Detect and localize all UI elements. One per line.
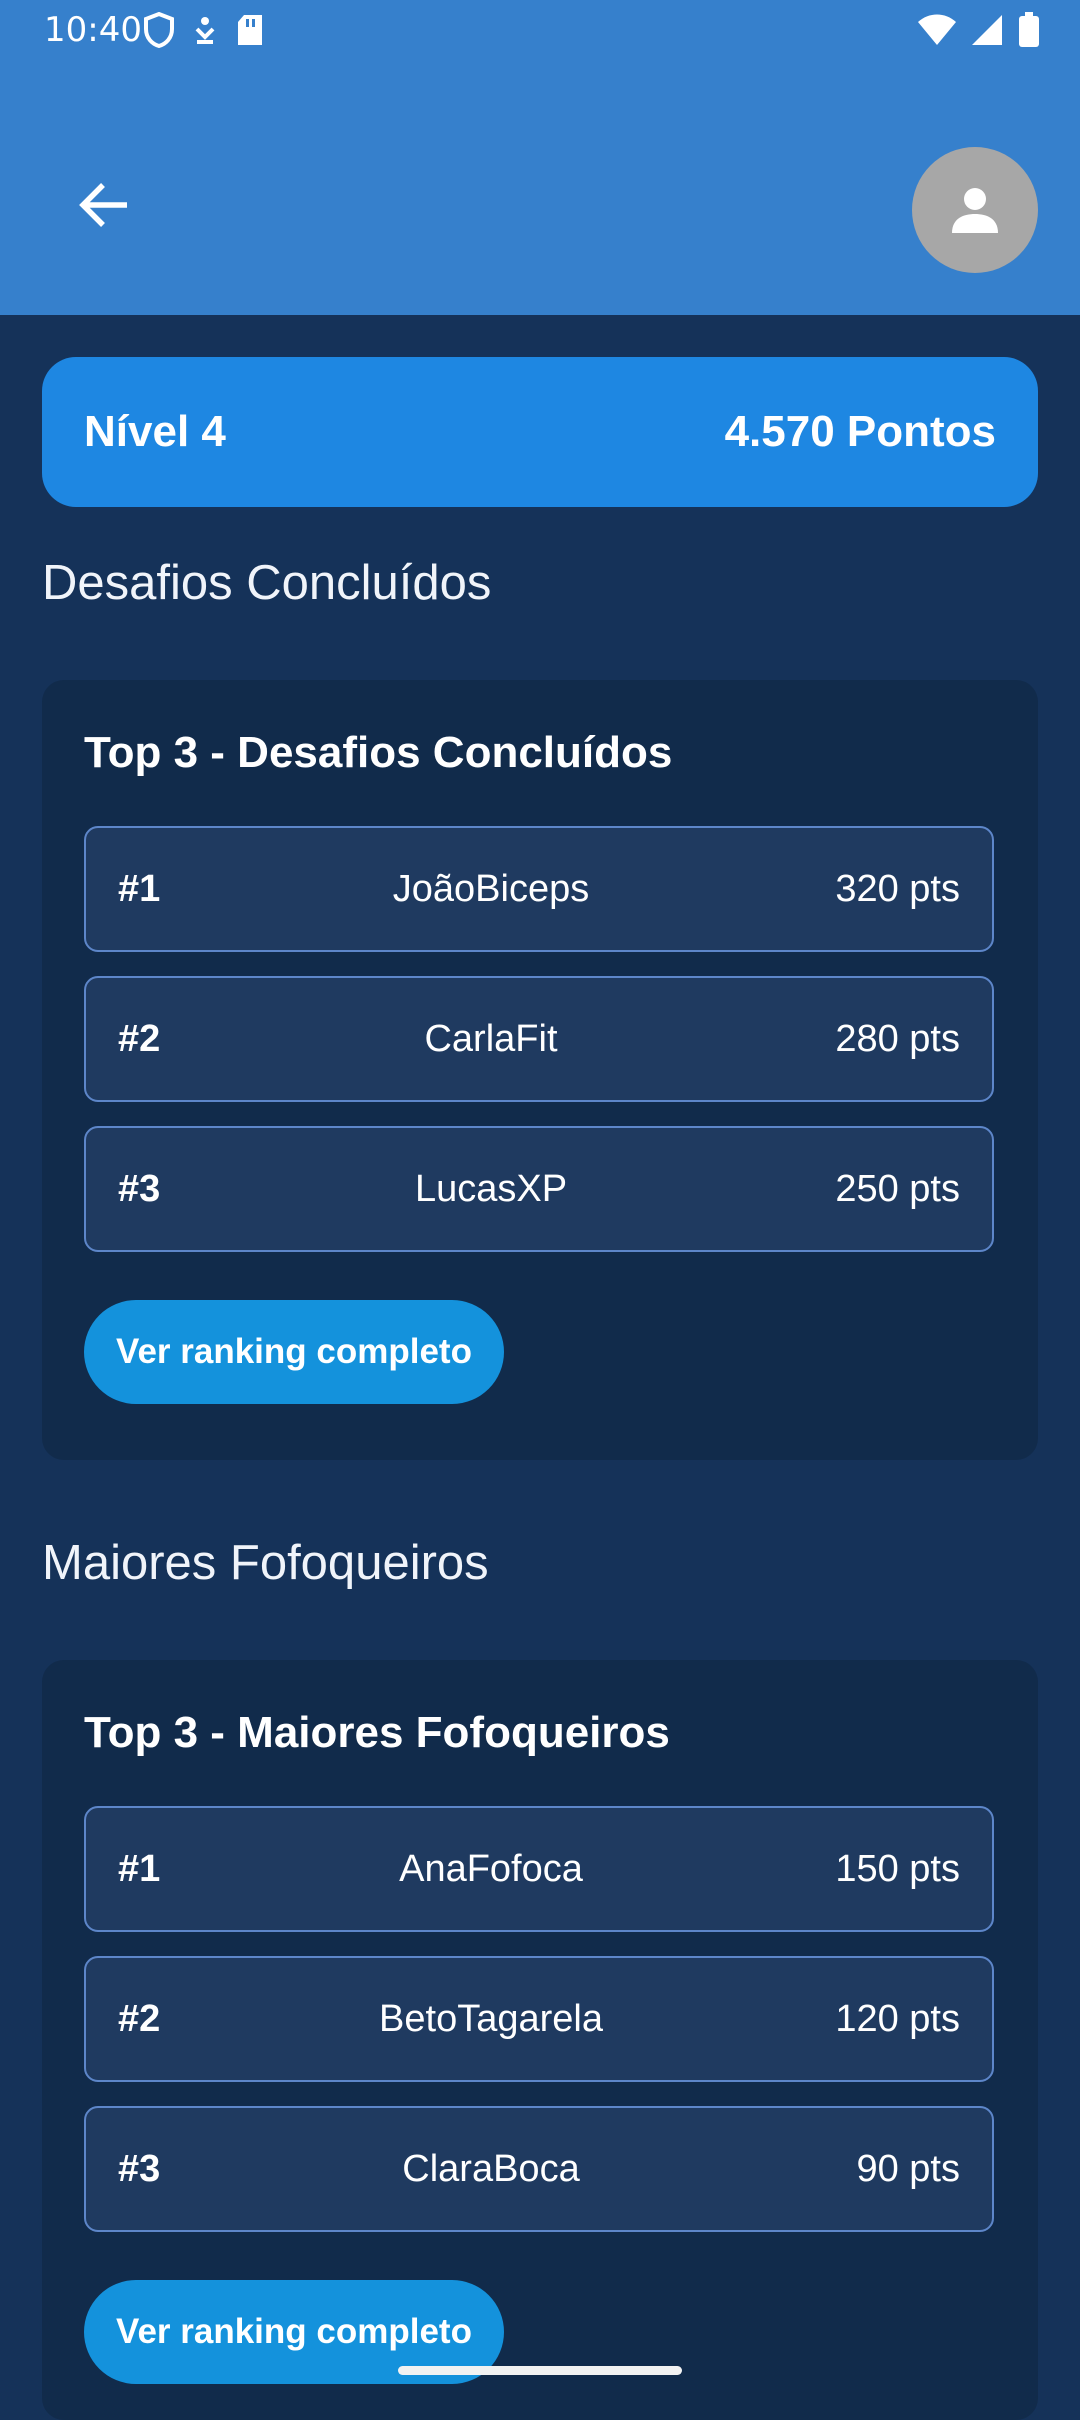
ranking-row: #3 LucasXP 250 pts — [84, 1126, 994, 1252]
sd-card-icon — [238, 15, 262, 45]
back-button[interactable] — [68, 170, 138, 240]
card-title: Top 3 - Desafios Concluídos — [84, 728, 673, 777]
section-heading-fofoqueiros: Maiores Fofoqueiros — [42, 1536, 489, 1590]
ranking-row: #3 ClaraBoca 90 pts — [84, 2106, 994, 2232]
app-bar: 10:40 — [0, 0, 1080, 315]
battery-icon — [1019, 12, 1039, 47]
user-name: ClaraBoca — [402, 2148, 580, 2190]
ranking-row: #1 JoãoBiceps 320 pts — [84, 826, 994, 952]
level-label: Nível 4 — [84, 407, 226, 456]
user-points: 280 pts — [835, 1018, 960, 1060]
ranking-card-desafios: Top 3 - Desafios Concluídos #1 JoãoBicep… — [42, 680, 1038, 1460]
status-time: 10:40 — [44, 10, 142, 50]
user-points: 320 pts — [835, 868, 960, 910]
user-name: CarlaFit — [424, 1018, 558, 1060]
ranking-row: #1 AnaFofoca 150 pts — [84, 1806, 994, 1932]
full-ranking-button[interactable]: Ver ranking completo — [84, 1300, 504, 1404]
section-heading-desafios: Desafios Concluídos — [42, 556, 492, 610]
status-left-icons — [144, 12, 264, 48]
user-name: AnaFofoca — [399, 1848, 583, 1890]
user-name: LucasXP — [414, 1168, 568, 1210]
ranking-row: #2 BetoTagarela 120 pts — [84, 1956, 994, 2082]
status-right-icons — [918, 12, 1040, 48]
ranking-card-fofoqueiros: Top 3 - Maiores Fofoqueiros #1 AnaFofoca… — [42, 1660, 1038, 2420]
user-points: 90 pts — [856, 2148, 960, 2190]
points-total: 4.570 Pontos — [724, 407, 996, 456]
status-bar: 10:40 — [0, 0, 1080, 62]
card-title: Top 3 - Maiores Fofoqueiros — [84, 1708, 670, 1757]
user-name: JoãoBiceps — [392, 868, 590, 910]
shield-icon — [144, 12, 174, 48]
user-points: 250 pts — [835, 1168, 960, 1210]
person-icon — [952, 188, 998, 233]
level-card: Nível 4 4.570 Pontos — [42, 357, 1038, 507]
arrow-left-icon — [79, 183, 127, 227]
signal-icon — [972, 15, 1002, 45]
wifi-icon — [918, 14, 956, 45]
ranking-row: #2 CarlaFit 280 pts — [84, 976, 994, 1102]
profile-avatar-button[interactable] — [912, 147, 1038, 273]
user-points: 150 pts — [835, 1848, 960, 1890]
download-icon — [195, 17, 215, 44]
gesture-nav-handle[interactable] — [398, 2366, 682, 2375]
user-name: BetoTagarela — [379, 1998, 603, 2040]
user-points: 120 pts — [835, 1998, 960, 2040]
